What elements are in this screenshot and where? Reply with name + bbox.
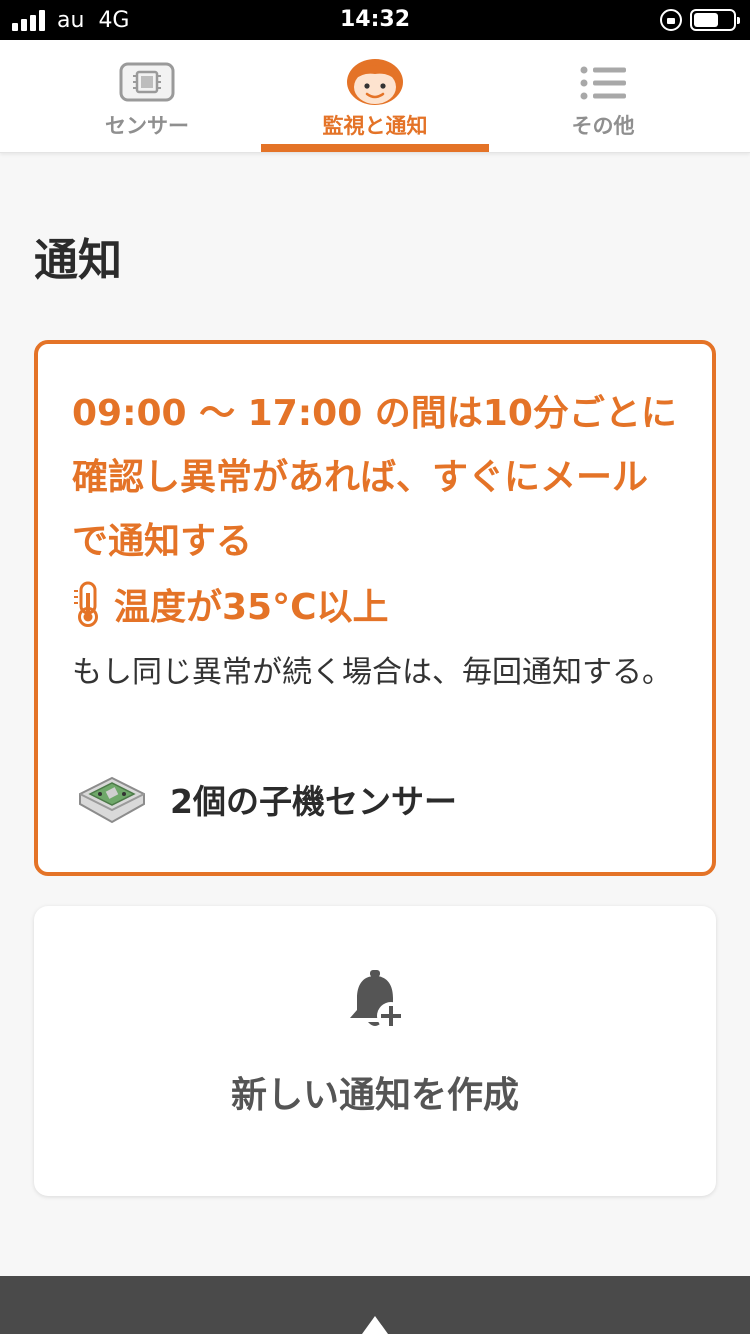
active-tab-indicator	[261, 144, 489, 152]
notification-rule-card[interactable]: 09:00 〜 17:00 の間は10分ごとに確認し異常があれば、すぐにメールで…	[34, 340, 716, 876]
rule-note: もし同じ異常が続く場合は、毎回通知する。	[72, 655, 672, 690]
sensor-chip-icon	[119, 62, 175, 106]
tab-monitoring-label: 監視と通知	[322, 114, 428, 138]
create-notification-label: 新しい通知を作成	[230, 1075, 519, 1116]
tab-other[interactable]: その他	[489, 40, 717, 152]
tab-sensors-label: センサー	[105, 114, 189, 138]
list-menu-icon	[580, 66, 626, 104]
rule-condition: 温度が35°C以上	[72, 574, 389, 634]
thermometer-icon	[74, 581, 98, 627]
status-bar: au 4G 14:32	[0, 0, 750, 40]
bell-add-icon	[346, 968, 408, 1038]
tab-other-label: その他	[571, 114, 635, 138]
tab-sensors[interactable]: センサー	[33, 40, 261, 152]
bottom-bar[interactable]	[0, 1276, 750, 1334]
mascot-face-icon	[345, 54, 405, 110]
scroll-up-icon[interactable]	[362, 1316, 388, 1334]
rule-condition-text: 温度が35°C以上	[114, 587, 389, 628]
status-time: 14:32	[339, 7, 411, 32]
rule-schedule-text: 09:00 〜 17:00 の間は10分ごとに確認し異常があれば、すぐにメールで…	[72, 393, 677, 562]
tab-bar: センサー 監視と通知 その他	[0, 40, 750, 153]
sensor-device-icon	[79, 776, 145, 824]
page-title: 通知	[34, 235, 122, 286]
status-right	[660, 0, 740, 40]
orientation-lock-icon	[660, 9, 682, 31]
rule-sensors-text: 2個の子機センサー	[170, 782, 457, 821]
tab-monitoring[interactable]: 監視と通知	[261, 40, 489, 152]
create-notification-button[interactable]: 新しい通知を作成	[34, 906, 716, 1196]
battery-icon	[690, 9, 740, 31]
rule-sensors: 2個の子機センサー	[74, 764, 457, 834]
